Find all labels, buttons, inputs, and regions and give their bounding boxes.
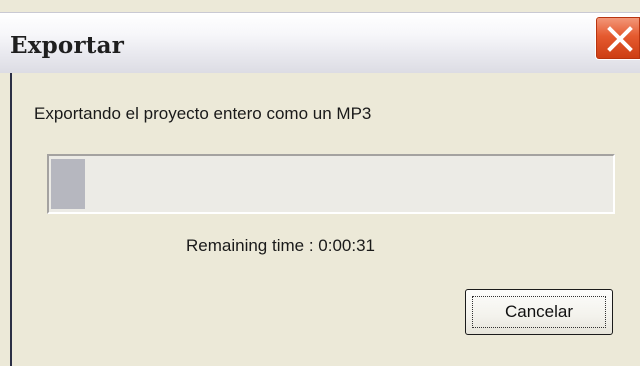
window-border xyxy=(10,60,12,366)
progress-fill xyxy=(51,159,85,209)
progress-bar xyxy=(47,154,615,214)
export-dialog: Exportar Exportando el proyecto entero c… xyxy=(0,0,640,366)
export-message: Exportando el proyecto entero como un MP… xyxy=(34,104,372,123)
title-bar[interactable]: Exportar xyxy=(0,12,640,73)
remaining-time: Remaining time : 0:00:31 xyxy=(186,236,375,255)
close-button[interactable] xyxy=(595,16,640,60)
window-title: Exportar xyxy=(10,32,125,59)
close-icon xyxy=(607,26,633,52)
cancel-button-label: Cancelar xyxy=(472,296,606,328)
cancel-button[interactable]: Cancelar xyxy=(465,289,613,335)
